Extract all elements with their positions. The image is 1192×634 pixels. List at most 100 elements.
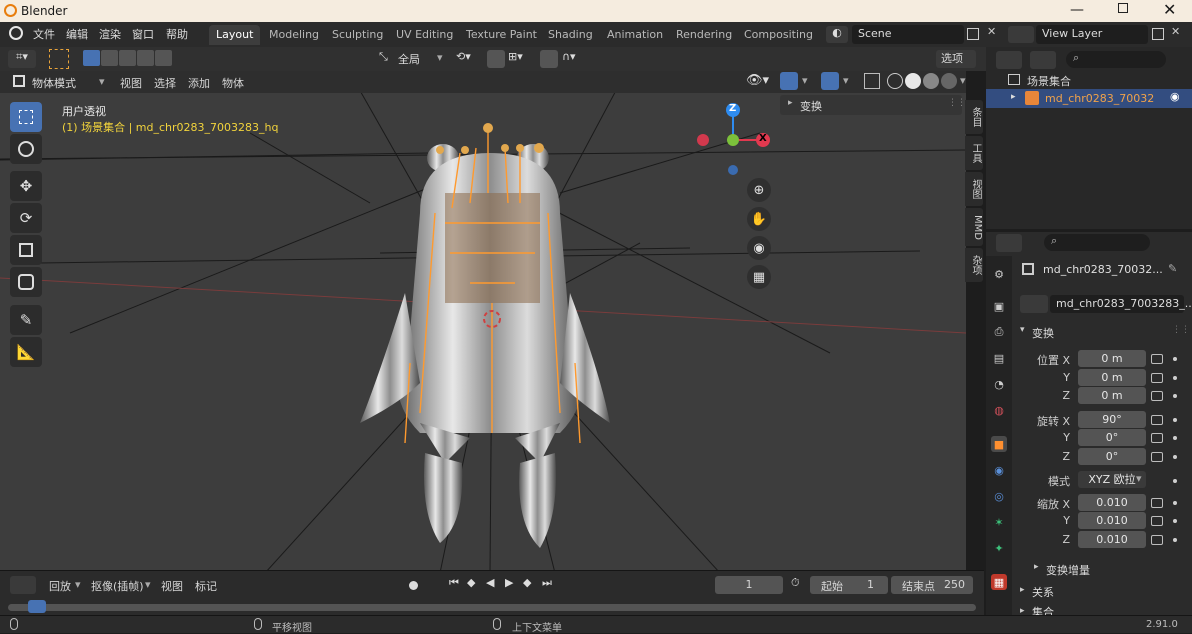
side-tab-item[interactable]: 条目 bbox=[965, 100, 983, 134]
scene-remove-icon[interactable]: ✕ bbox=[987, 25, 996, 38]
properties-search-input[interactable] bbox=[1044, 234, 1150, 251]
modifier-icon[interactable]: ◉ bbox=[991, 462, 1007, 478]
tool-settings-icon[interactable]: ⚙ bbox=[991, 266, 1007, 282]
zoom-icon[interactable]: ⊕ bbox=[747, 178, 771, 202]
gizmo-toggle-icon[interactable] bbox=[780, 72, 798, 90]
delta-transform-label[interactable]: 变换增量 bbox=[1046, 562, 1090, 578]
proportional-edit-icon[interactable] bbox=[540, 50, 558, 68]
tab-animation[interactable]: Animation bbox=[600, 25, 670, 45]
location-x-field[interactable]: 0 m bbox=[1078, 350, 1146, 367]
expand-arrow-icon[interactable]: ▸ bbox=[1011, 92, 1016, 102]
menu-window[interactable]: 窗口 bbox=[132, 26, 154, 42]
menu-render[interactable]: 渲染 bbox=[99, 26, 121, 42]
shading-material-icon[interactable] bbox=[923, 73, 939, 89]
side-tab-tool[interactable]: 工具 bbox=[965, 136, 983, 170]
scene-icon[interactable]: ◐ bbox=[826, 26, 848, 43]
falloff-icon[interactable]: ∩▾ bbox=[562, 50, 576, 63]
menu-select[interactable]: 选择 bbox=[154, 75, 176, 91]
panel-expand-icon[interactable]: ▾ bbox=[1020, 325, 1025, 335]
keyframe-dot-icon[interactable] bbox=[1173, 418, 1177, 422]
side-tab-view[interactable]: 视图 bbox=[965, 172, 983, 206]
tab-compositing[interactable]: Compositing bbox=[737, 25, 820, 45]
next-keyframe-icon[interactable]: ◆ bbox=[523, 576, 531, 589]
view-menu[interactable]: 视图 bbox=[161, 578, 183, 594]
view-layer-icon[interactable] bbox=[1008, 26, 1034, 43]
tab-shading[interactable]: Shading bbox=[541, 25, 600, 45]
annotate-tool-icon[interactable]: ✎ bbox=[10, 305, 42, 335]
select-mode-new-icon[interactable] bbox=[83, 50, 100, 66]
marker-menu[interactable]: 标记 bbox=[195, 578, 217, 594]
texture-icon[interactable]: ▦ bbox=[991, 574, 1007, 590]
keyframe-dot-icon[interactable] bbox=[1173, 376, 1177, 380]
menu-help[interactable]: 帮助 bbox=[166, 26, 188, 42]
overlay-toggle-icon[interactable] bbox=[821, 72, 839, 90]
scene-name-field[interactable]: Scene bbox=[852, 25, 964, 44]
object-name-field[interactable]: md_chr0283_70032... bbox=[1043, 263, 1163, 276]
keyframe-dot-icon[interactable] bbox=[1173, 357, 1177, 361]
menu-view[interactable]: 视图 bbox=[120, 75, 142, 91]
shading-solid-icon[interactable] bbox=[905, 73, 921, 89]
keyframe-dot-icon[interactable] bbox=[1173, 519, 1177, 523]
view-layer-remove-icon[interactable]: ✕ bbox=[1171, 25, 1180, 38]
lock-icon[interactable] bbox=[1151, 452, 1163, 462]
tab-layout[interactable]: Layout bbox=[209, 25, 261, 45]
object-props-icon[interactable]: ■ bbox=[991, 436, 1007, 452]
rotate-tool-icon[interactable]: ⟳ bbox=[10, 203, 42, 233]
tab-rendering[interactable]: Rendering bbox=[669, 25, 739, 45]
tab-uv-editing[interactable]: UV Editing bbox=[389, 25, 460, 45]
menu-object[interactable]: 物体 bbox=[222, 75, 244, 91]
keyframe-dot-icon[interactable] bbox=[1173, 394, 1177, 398]
grid-view-icon[interactable]: ▦ bbox=[747, 265, 771, 289]
scale-x-field[interactable]: 0.010 bbox=[1078, 494, 1146, 511]
editor-type-icon[interactable]: ⌗▾ bbox=[8, 50, 36, 68]
physics-icon[interactable]: ◎ bbox=[991, 488, 1007, 504]
keying-menu[interactable]: 抠像(插帧) bbox=[91, 578, 144, 594]
lock-icon[interactable] bbox=[1151, 498, 1163, 508]
blender-menu-icon[interactable] bbox=[9, 26, 23, 40]
bone-icon[interactable]: ✦ bbox=[991, 540, 1007, 556]
visibility-icon[interactable]: 👁▾ bbox=[746, 73, 769, 88]
scale-z-field[interactable]: 0.010 bbox=[1078, 531, 1146, 548]
world-icon[interactable]: ◍ bbox=[991, 402, 1007, 418]
shading-dropdown-icon[interactable]: ▾ bbox=[960, 74, 966, 87]
rotation-x-field[interactable]: 90° bbox=[1078, 411, 1146, 428]
menu-edit[interactable]: 编辑 bbox=[66, 26, 88, 42]
timeline-scrubber[interactable] bbox=[8, 604, 976, 611]
tab-texture-paint[interactable]: Texture Paint bbox=[459, 25, 544, 45]
select-mode-invert-icon[interactable] bbox=[137, 50, 154, 66]
outliner-object-row[interactable]: ▸ md_chr0283_70032 ◉ bbox=[986, 89, 1192, 108]
eye-icon[interactable]: ◉ bbox=[1170, 90, 1180, 103]
transform-panel-title[interactable]: 变换 bbox=[1032, 325, 1054, 341]
play-icon[interactable]: ▶ bbox=[505, 576, 513, 589]
snap-icon[interactable] bbox=[487, 50, 505, 68]
scene-copy-icon[interactable] bbox=[967, 28, 979, 40]
sidebar-panel[interactable]: ▸ 变换 ⋮⋮ bbox=[780, 95, 966, 115]
keyframe-dot-icon[interactable] bbox=[1173, 501, 1177, 505]
keyframe-dot-icon[interactable] bbox=[1173, 455, 1177, 459]
move-tool-icon[interactable]: ✥ bbox=[10, 171, 42, 201]
select-tool-icon[interactable] bbox=[49, 49, 69, 69]
camera-icon[interactable]: ◉ bbox=[747, 236, 771, 260]
output-icon[interactable]: ⎙ bbox=[991, 324, 1007, 340]
maximize-icon[interactable] bbox=[1118, 3, 1128, 13]
view-layer-props-icon[interactable]: ▤ bbox=[991, 350, 1007, 366]
stopwatch-icon[interactable]: ⏱ bbox=[791, 576, 800, 590]
lock-icon[interactable] bbox=[1151, 415, 1163, 425]
measure-tool-icon[interactable]: 📐 bbox=[10, 337, 42, 367]
options-dropdown[interactable]: 选项 bbox=[936, 50, 976, 68]
scale-tool-icon[interactable] bbox=[10, 235, 42, 265]
lock-icon[interactable] bbox=[1151, 433, 1163, 443]
lock-icon[interactable] bbox=[1151, 354, 1163, 364]
current-frame-field[interactable]: 1 bbox=[715, 576, 783, 594]
location-y-field[interactable]: 0 m bbox=[1078, 369, 1146, 386]
select-mode-extend-icon[interactable] bbox=[101, 50, 118, 66]
object-data-icon[interactable]: ✶ bbox=[991, 514, 1007, 530]
pivot-icon[interactable]: ⟲▾ bbox=[456, 50, 471, 63]
record-icon[interactable] bbox=[409, 581, 418, 590]
snap-target-icon[interactable]: ⊞▾ bbox=[508, 50, 523, 63]
lock-icon[interactable] bbox=[1151, 373, 1163, 383]
select-mode-subtract-icon[interactable] bbox=[119, 50, 136, 66]
playback-menu[interactable]: 回放 bbox=[49, 578, 71, 594]
data-type-icon[interactable] bbox=[1020, 295, 1048, 313]
gizmo-dropdown-icon[interactable]: ▾ bbox=[802, 74, 808, 87]
